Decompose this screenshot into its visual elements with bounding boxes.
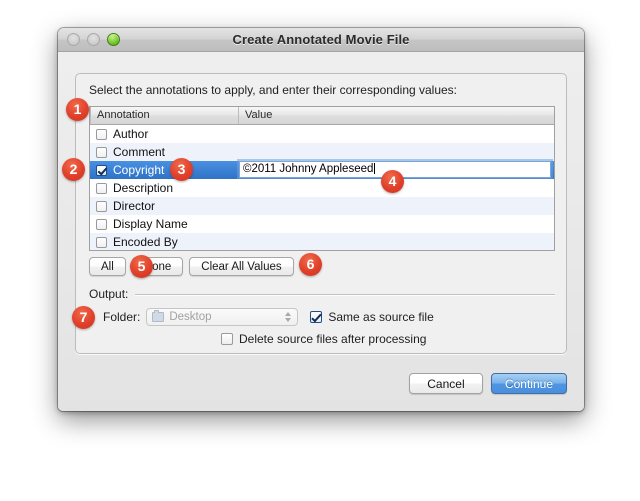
table-row[interactable]: Author xyxy=(90,125,554,143)
annotation-label: Comment xyxy=(113,145,165,159)
callout-badge-7: 7 xyxy=(72,306,95,329)
annotation-cell: Display Name xyxy=(90,217,238,231)
column-header-annotation[interactable]: Annotation xyxy=(90,107,238,124)
value-cell[interactable] xyxy=(238,143,554,161)
same-as-source-checkbox-row[interactable]: Same as source file xyxy=(310,310,433,324)
value-cell[interactable] xyxy=(238,125,554,143)
callout-badge-3: 3 xyxy=(170,158,193,181)
folder-value: Desktop xyxy=(169,311,211,323)
annotation-checkbox[interactable] xyxy=(96,129,107,140)
window-titlebar: Create Annotated Movie File xyxy=(58,28,584,52)
annotation-label: Copyright xyxy=(113,163,164,177)
select-all-button[interactable]: All xyxy=(89,257,126,276)
output-label: Output: xyxy=(89,287,128,301)
chevron-updown-icon xyxy=(285,312,291,322)
table-row[interactable]: Director xyxy=(90,197,554,215)
annotation-cell: Description xyxy=(90,181,238,195)
value-cell[interactable] xyxy=(238,197,554,215)
annotation-label: Director xyxy=(113,199,155,213)
table-header-row: Annotation Value xyxy=(90,107,554,125)
table-row[interactable]: Encoded By xyxy=(90,233,554,251)
cancel-button[interactable]: Cancel xyxy=(409,373,483,394)
value-text: ©2011 Johnny Appleseed xyxy=(243,163,373,175)
annotation-checkbox[interactable] xyxy=(96,237,107,248)
folder-label: Folder: xyxy=(103,310,140,324)
callout-badge-4: 4 xyxy=(381,170,404,193)
zoom-button[interactable] xyxy=(107,33,120,46)
table-row[interactable]: Display Name xyxy=(90,215,554,233)
folder-row: Folder: Desktop Same as source file xyxy=(103,308,434,326)
dialog-window: Create Annotated Movie File Select the a… xyxy=(58,28,584,411)
delete-source-checkbox-row[interactable]: Delete source files after processing xyxy=(221,332,426,346)
annotations-table[interactable]: Annotation Value Author Comment xyxy=(89,106,555,251)
annotation-cell: Encoded By xyxy=(90,235,238,249)
same-as-source-checkbox[interactable] xyxy=(310,311,322,323)
annotation-checkbox[interactable] xyxy=(96,183,107,194)
annotation-checkbox-checked[interactable] xyxy=(96,165,107,176)
same-as-source-label: Same as source file xyxy=(328,310,433,324)
table-row[interactable]: Comment xyxy=(90,143,554,161)
value-cell[interactable] xyxy=(238,233,554,251)
annotation-label: Author xyxy=(113,127,148,141)
minimize-button[interactable] xyxy=(87,33,100,46)
value-cell[interactable] xyxy=(238,215,554,233)
annotation-checkbox[interactable] xyxy=(96,147,107,158)
folder-popup-button[interactable]: Desktop xyxy=(146,308,298,326)
separator-line xyxy=(135,294,555,295)
close-button[interactable] xyxy=(67,33,80,46)
callout-badge-5: 5 xyxy=(130,255,153,278)
annotation-label: Display Name xyxy=(113,217,188,231)
instruction-text: Select the annotations to apply, and ent… xyxy=(89,83,457,97)
column-header-value[interactable]: Value xyxy=(238,107,554,124)
table-row-selected[interactable]: Copyright ©2011 Johnny Appleseed xyxy=(90,161,554,179)
callout-badge-2: 2 xyxy=(62,158,85,181)
annotations-group-box: Select the annotations to apply, and ent… xyxy=(75,73,567,354)
dialog-actions: Cancel Continue xyxy=(409,373,567,394)
annotation-label: Description xyxy=(113,181,173,195)
output-section-header: Output: xyxy=(89,287,555,301)
annotation-cell: Copyright xyxy=(90,163,238,177)
annotation-label: Encoded By xyxy=(113,235,178,249)
folder-icon xyxy=(152,312,164,322)
table-row[interactable]: Description xyxy=(90,179,554,197)
callout-badge-6: 6 xyxy=(299,253,322,276)
annotation-cell: Comment xyxy=(90,145,238,159)
annotation-cell: Author xyxy=(90,127,238,141)
clear-all-values-button[interactable]: Clear All Values xyxy=(189,257,293,276)
callout-badge-1: 1 xyxy=(66,98,89,121)
annotation-checkbox[interactable] xyxy=(96,219,107,230)
window-title: Create Annotated Movie File xyxy=(58,28,584,51)
annotation-checkbox[interactable] xyxy=(96,201,107,212)
selection-buttons: All None Clear All Values xyxy=(89,257,294,276)
delete-source-checkbox[interactable] xyxy=(221,333,233,345)
annotation-cell: Director xyxy=(90,199,238,213)
dialog-content: Select the annotations to apply, and ent… xyxy=(58,52,584,411)
delete-source-label: Delete source files after processing xyxy=(239,332,426,346)
text-caret xyxy=(374,163,375,174)
continue-button[interactable]: Continue xyxy=(491,373,567,394)
